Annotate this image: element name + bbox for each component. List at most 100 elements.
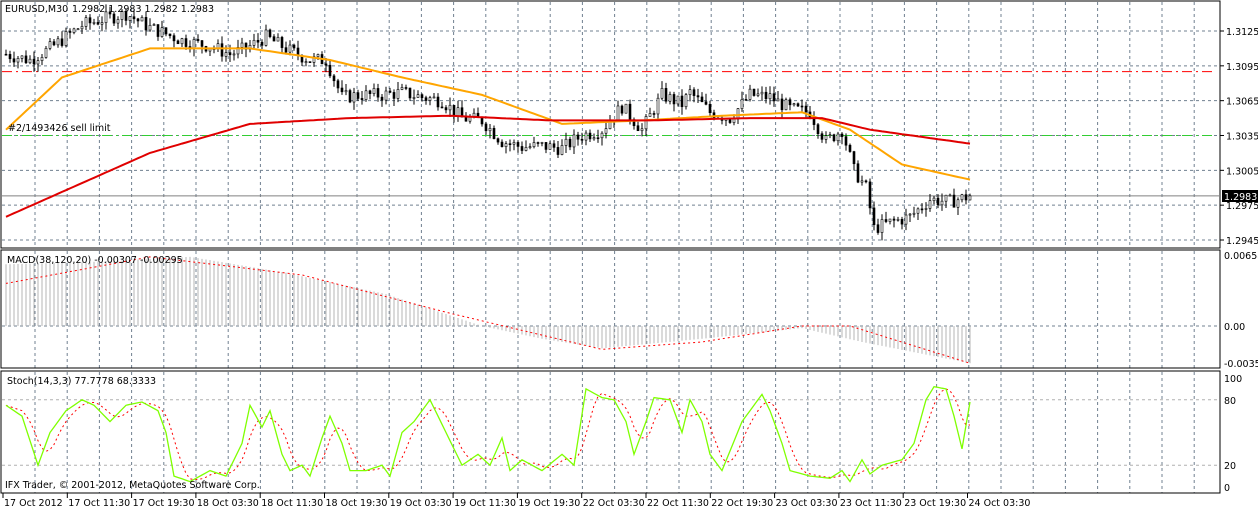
candle xyxy=(884,219,888,222)
candle xyxy=(112,13,116,24)
candle xyxy=(140,17,144,22)
candle xyxy=(352,92,356,103)
candle xyxy=(268,29,272,37)
candle xyxy=(672,94,676,105)
moving-average-slow xyxy=(5,114,971,218)
candle xyxy=(324,63,328,66)
current-price-label: 1.2983 xyxy=(1224,192,1257,203)
candle xyxy=(24,55,28,64)
candle xyxy=(752,88,756,96)
candle xyxy=(68,31,72,33)
candle xyxy=(376,88,380,98)
macd-axis-label: -0.00357 xyxy=(1224,359,1258,370)
time-axis-label: 22 Oct 11:30 xyxy=(647,498,709,509)
candle xyxy=(288,44,292,53)
candle xyxy=(468,116,472,122)
candle xyxy=(464,116,468,122)
candle xyxy=(308,61,312,63)
candle xyxy=(416,94,420,98)
candle xyxy=(572,134,576,148)
candle xyxy=(920,208,924,211)
candle xyxy=(592,137,596,140)
time-axis-label: 23 Oct 11:30 xyxy=(840,498,902,509)
candle xyxy=(360,98,364,100)
price-axis-label: 1.3005 xyxy=(1226,166,1258,177)
candle xyxy=(444,107,448,111)
time-axis-label: 24 Oct 03:30 xyxy=(969,498,1031,509)
candle xyxy=(428,97,432,101)
moving-average-fast xyxy=(5,47,971,181)
candle xyxy=(492,128,496,139)
candle xyxy=(160,27,164,37)
candle xyxy=(784,99,788,111)
stoch-main-line xyxy=(5,385,971,483)
time-axis-label: 17 Oct 2012 xyxy=(4,498,63,509)
candle xyxy=(92,22,96,24)
candle xyxy=(732,118,736,123)
candle xyxy=(796,103,800,107)
macd-pane[interactable] xyxy=(0,249,1221,369)
stoch-label: Stoch(14,3,3) 77.7778 68.3333 xyxy=(7,376,156,387)
candle xyxy=(900,218,904,225)
candle xyxy=(728,118,732,123)
candle xyxy=(872,207,876,226)
candle xyxy=(440,106,444,109)
candle xyxy=(184,38,188,47)
candle xyxy=(660,88,664,99)
candle xyxy=(804,105,808,113)
candle xyxy=(636,125,640,132)
candle xyxy=(860,180,864,183)
candle xyxy=(620,105,624,114)
candle xyxy=(856,163,860,183)
time-axis-label: 19 Oct 03:30 xyxy=(390,498,452,509)
candle xyxy=(968,195,972,201)
candle xyxy=(668,94,672,102)
candle xyxy=(624,103,628,114)
candle xyxy=(528,146,532,148)
candle xyxy=(788,99,792,106)
trading-chart[interactable]: 1.31251.30951.30651.30351.30051.29751.29… xyxy=(0,0,1258,510)
candle xyxy=(356,92,360,99)
candle xyxy=(412,97,416,99)
candle xyxy=(916,208,920,214)
time-axis-label: 17 Oct 11:30 xyxy=(68,498,130,509)
candle xyxy=(628,103,632,120)
candle xyxy=(396,89,400,99)
sell-limit-label: #2/1493426 sell limit xyxy=(8,123,111,134)
candle xyxy=(232,53,236,56)
candle xyxy=(364,90,368,100)
candle xyxy=(688,89,692,96)
candle xyxy=(4,53,8,56)
candle xyxy=(260,41,264,46)
candle xyxy=(960,194,964,201)
candle xyxy=(516,142,520,147)
candle xyxy=(948,194,952,197)
candle xyxy=(156,24,160,37)
candle xyxy=(652,113,656,115)
candle xyxy=(8,54,12,60)
candle xyxy=(532,142,536,147)
candle xyxy=(388,90,392,93)
candle xyxy=(328,64,332,77)
stoch-axis-label: 0 xyxy=(1224,483,1230,494)
candle xyxy=(924,208,928,210)
candle xyxy=(336,80,340,89)
candle xyxy=(116,19,120,24)
candle xyxy=(608,121,612,129)
stoch-pane[interactable] xyxy=(0,370,1221,494)
time-axis-label: 22 Oct 03:30 xyxy=(583,498,645,509)
candle xyxy=(904,214,908,225)
candle xyxy=(780,98,784,111)
macd-axis-label: 0.00658 xyxy=(1224,251,1258,262)
candle xyxy=(420,94,424,99)
candle xyxy=(756,93,760,96)
macd-axis-label: 0.00 xyxy=(1224,322,1245,333)
candle xyxy=(292,44,296,49)
candle xyxy=(540,142,544,144)
ohlc-label: 1.2982 1.2983 1.2982 1.2983 xyxy=(72,4,214,15)
candle xyxy=(88,17,92,24)
candle xyxy=(304,61,308,63)
candle xyxy=(684,94,688,108)
candle xyxy=(792,103,796,106)
candle xyxy=(832,134,836,142)
